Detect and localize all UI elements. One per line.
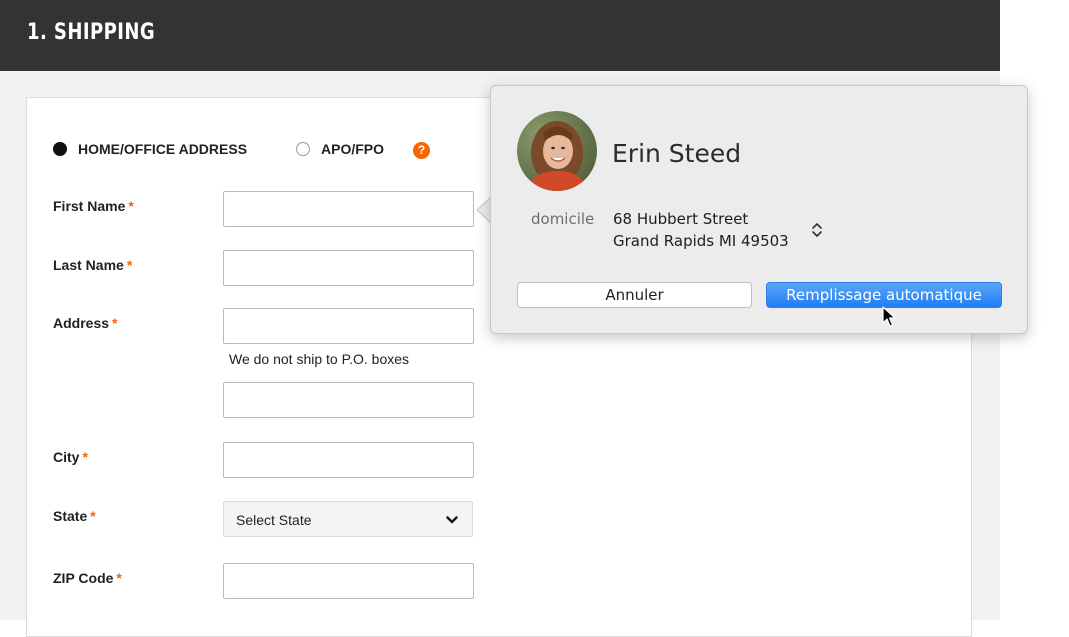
address-line-2: Grand Rapids MI 49503	[613, 232, 789, 250]
zip-code-label: ZIP Code *	[53, 570, 122, 586]
address-line2-input[interactable]	[223, 382, 474, 418]
section-title: 1. SHIPPING	[27, 20, 156, 45]
required-marker: *	[82, 449, 88, 465]
radio-unselected-icon	[296, 142, 310, 156]
state-select[interactable]: Select State	[223, 501, 473, 537]
contact-avatar	[517, 111, 597, 191]
last-name-label: Last Name *	[53, 257, 132, 273]
zip-code-label-text: ZIP Code	[53, 570, 114, 586]
radio-home-office[interactable]: HOME/OFFICE ADDRESS	[53, 141, 247, 157]
cancel-button[interactable]: Annuler	[517, 282, 752, 308]
last-name-input[interactable]	[223, 250, 474, 286]
last-name-label-text: Last Name	[53, 257, 124, 273]
address-label: Address *	[53, 315, 117, 331]
first-name-label: First Name *	[53, 198, 134, 214]
city-label: City *	[53, 449, 88, 465]
zip-code-input[interactable]	[223, 563, 474, 599]
question-mark-icon[interactable]: ?	[413, 142, 430, 159]
address-line-1: 68 Hubbert Street	[613, 210, 749, 228]
state-select-value: Select State	[236, 512, 312, 528]
first-name-label-text: First Name	[53, 198, 126, 214]
address-line1-input[interactable]	[223, 308, 474, 344]
radio-label-home-office: HOME/OFFICE ADDRESS	[78, 141, 248, 157]
city-input[interactable]	[223, 442, 474, 478]
radio-label-apo-fpo: APO/FPO	[321, 141, 385, 157]
section-header: 1. SHIPPING	[0, 0, 1000, 71]
chevron-down-icon	[446, 516, 458, 524]
up-down-chevron-icon[interactable]	[811, 221, 823, 239]
required-marker: *	[112, 315, 118, 331]
address-type-label: domicile	[531, 210, 595, 228]
po-box-hint: We do not ship to P.O. boxes	[229, 351, 410, 367]
contact-name: Erin Steed	[612, 139, 742, 168]
autofill-popover: Erin Steed domicile 68 Hubbert Street Gr…	[490, 85, 1028, 334]
autofill-button[interactable]: Remplissage automatique	[766, 282, 1002, 308]
state-label: State *	[53, 508, 96, 524]
radio-apo-fpo[interactable]: APO/FPO	[296, 141, 384, 157]
required-marker: *	[126, 257, 133, 273]
required-marker: *	[128, 198, 134, 214]
address-label-text: Address	[53, 315, 110, 331]
state-label-text: State	[53, 508, 88, 524]
required-marker: *	[90, 508, 96, 524]
first-name-input[interactable]	[223, 191, 474, 227]
radio-selected-icon	[53, 142, 67, 156]
contact-photo-icon	[517, 111, 597, 191]
mouse-cursor-icon	[882, 306, 896, 327]
required-marker: *	[116, 570, 122, 586]
city-label-text: City	[53, 449, 80, 465]
